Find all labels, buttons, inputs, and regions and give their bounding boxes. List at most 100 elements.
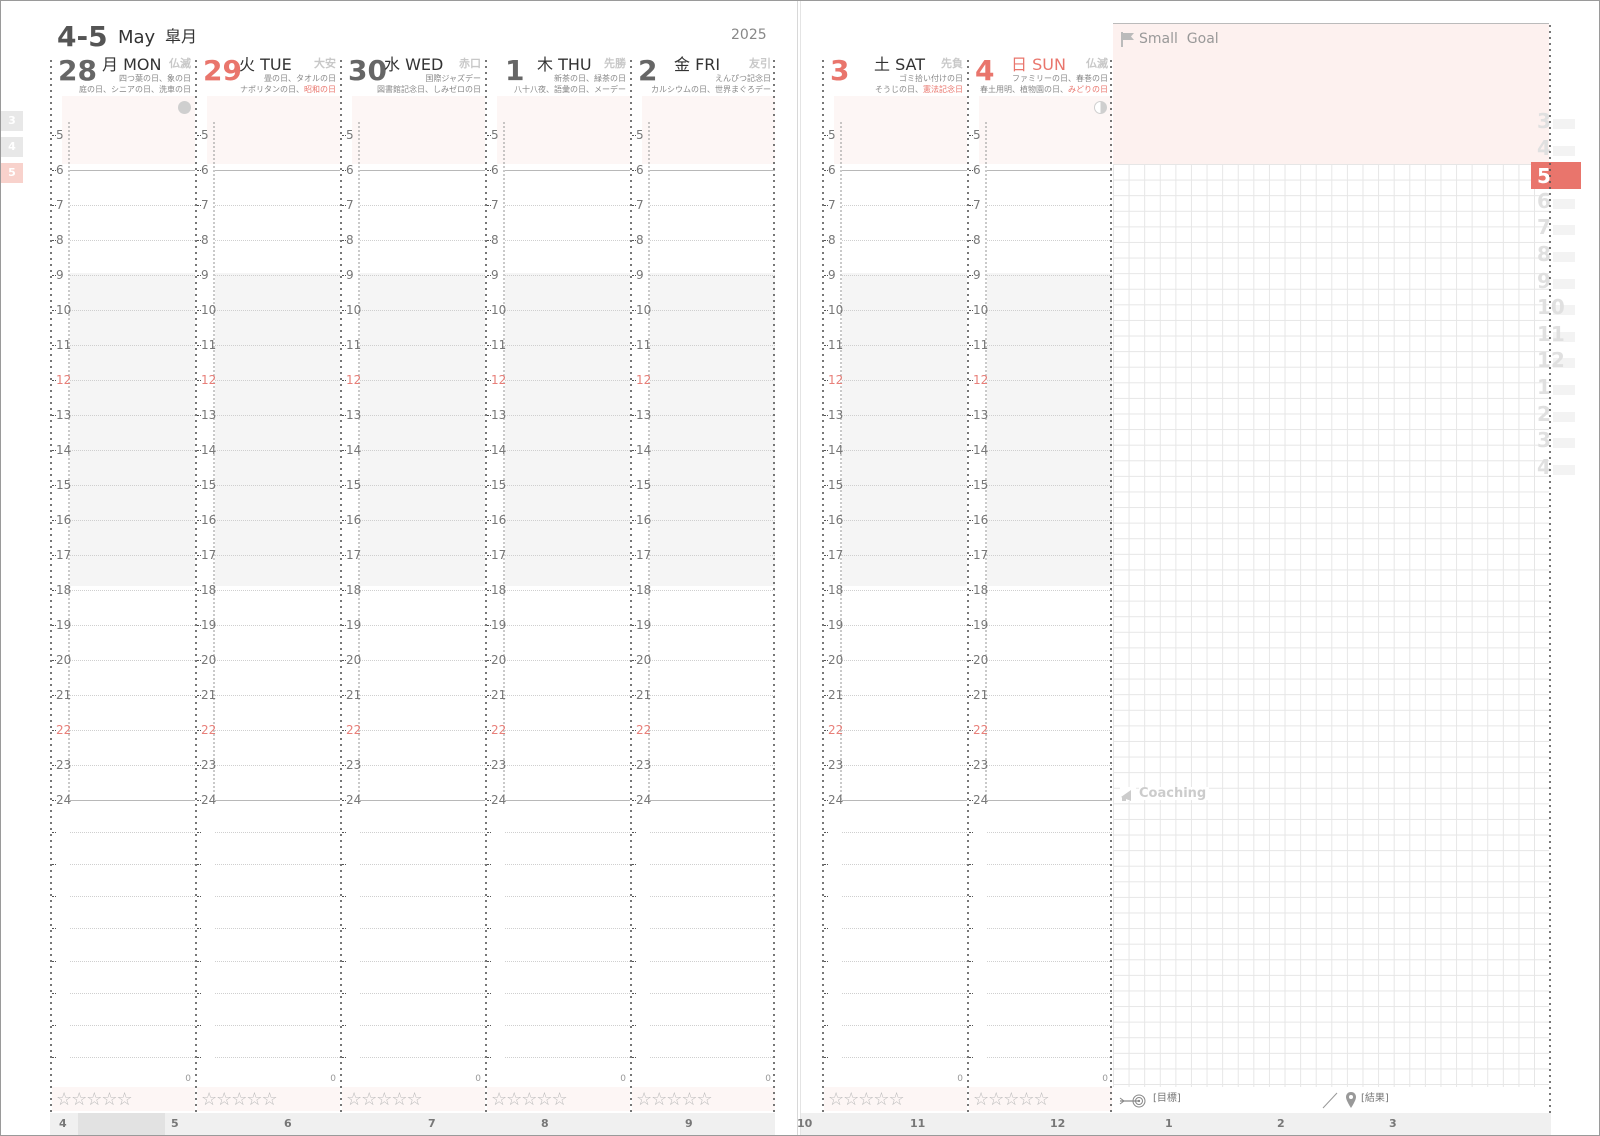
day-memo: ファミリーの日、春巻の日 春土用明、植物園の日、みどりの日 bbox=[980, 74, 1108, 96]
hour-rule bbox=[842, 520, 967, 521]
rating-stars[interactable]: ☆☆☆☆☆ bbox=[56, 1091, 133, 1109]
memo-line-2: そうじの日、憲法記念日 bbox=[875, 85, 963, 96]
hour-label: 12 bbox=[828, 373, 844, 387]
notes-grid[interactable] bbox=[1113, 164, 1549, 1089]
memo-rule bbox=[842, 1024, 967, 1026]
footer-bar-shade bbox=[78, 1113, 165, 1135]
hour-label: 17 bbox=[973, 548, 989, 562]
hour-label: 23 bbox=[973, 758, 989, 772]
rating-stars[interactable]: ☆☆☆☆☆ bbox=[346, 1091, 423, 1109]
hour-rule bbox=[215, 345, 340, 346]
hour-label: 19 bbox=[973, 618, 989, 632]
memo-rule bbox=[360, 1056, 485, 1058]
hour-label: 21 bbox=[636, 688, 652, 702]
hour-rule bbox=[842, 205, 967, 206]
month-tab[interactable]: 5 bbox=[1, 163, 23, 183]
day-column[interactable]: 28 月 MON 仏滅 四つ葉の日、象の日 庭の日、シニアの日、洗車の日 5 6 7 8 9 10 1… bbox=[50, 1, 195, 1135]
footer-number: 6 bbox=[284, 1117, 292, 1130]
hour-label: 8 bbox=[828, 233, 836, 247]
early-hours-band bbox=[62, 96, 195, 164]
memo-rule bbox=[70, 832, 195, 834]
hour-label: 14 bbox=[828, 443, 844, 457]
hour-rule bbox=[650, 345, 775, 346]
memo-rule bbox=[987, 896, 1112, 898]
rating-stars[interactable]: ☆☆☆☆☆ bbox=[828, 1091, 905, 1109]
memo-rule bbox=[360, 896, 485, 898]
hour-label: 12 bbox=[346, 373, 362, 387]
day-column[interactable]: 1木 THU 先勝 新茶の日、緑茶の日 八十八夜、語彙の日、メーデー 5 6 7 8 9 10 11… bbox=[485, 1, 630, 1135]
hour-rule bbox=[650, 625, 775, 626]
hour-label: 24 bbox=[636, 793, 652, 807]
day-column[interactable]: 2金 FRI 友引 えんぴつ記念日 カルシウムの日、世界まぐろデー 5 6 7 8 9 10 11 1… bbox=[630, 1, 775, 1135]
memo-tick bbox=[487, 864, 491, 866]
hour-label: 10 bbox=[346, 303, 362, 317]
memo-tick bbox=[342, 1024, 346, 1026]
hour-rule bbox=[505, 415, 630, 416]
month-tab-strip bbox=[1553, 411, 1575, 422]
hour-rule bbox=[842, 555, 967, 556]
hour-label: 17 bbox=[201, 548, 217, 562]
memo-tick bbox=[342, 896, 346, 898]
memo-line-2: 春土用明、植物園の日、みどりの日 bbox=[980, 85, 1108, 96]
hour-rule bbox=[215, 170, 340, 171]
memo-tick bbox=[197, 1024, 201, 1026]
rokuyo-label: 先負 bbox=[941, 57, 963, 70]
memo-rule bbox=[842, 896, 967, 898]
hour-rule bbox=[215, 800, 340, 801]
rating-stars[interactable]: ☆☆☆☆☆ bbox=[491, 1091, 568, 1109]
day-column[interactable]: 30 水 WED 赤口 国際ジャズデー 図書館記念日、しみゼロの日 5 6 7 8 9 10 11 12… bbox=[340, 1, 485, 1135]
planner-spread: 4-5 May 皐月 2025 28 月 MON 仏滅 四つ葉の日、象の日 庭の日、シニ… bbox=[1, 1, 1599, 1135]
rokuyo-label: 赤口 bbox=[459, 57, 481, 70]
hour-label: 9 bbox=[973, 268, 981, 282]
hour-rule bbox=[987, 415, 1112, 416]
footer-number: 1 bbox=[1165, 1117, 1173, 1130]
memo-tick bbox=[52, 1056, 56, 1058]
memo-rule bbox=[842, 992, 967, 994]
rating-stars[interactable]: ☆☆☆☆☆ bbox=[973, 1091, 1050, 1109]
memo-line-2-text: そうじの日、 bbox=[875, 84, 923, 94]
hour-label: 10 bbox=[201, 303, 217, 317]
memo-tick bbox=[824, 928, 828, 930]
hour-label: 16 bbox=[346, 513, 362, 527]
hour-label: 14 bbox=[201, 443, 217, 457]
memo-rule bbox=[505, 1024, 630, 1026]
memo-rule bbox=[70, 960, 195, 962]
memo-tick bbox=[197, 1056, 201, 1058]
hour-rule bbox=[650, 555, 775, 556]
hour-rule bbox=[70, 345, 195, 346]
memo-line-1: ゴミ拾い付けの日 bbox=[899, 74, 963, 83]
memo-rule bbox=[70, 896, 195, 898]
day-column[interactable]: 29 火 TUE 大安 畳の日、タオルの日 ナポリタンの日、昭和の日 5 6 7 8 9 10 11 1… bbox=[195, 1, 340, 1135]
memo-rule bbox=[505, 864, 630, 866]
hour-label: 11 bbox=[201, 338, 217, 352]
day-memo: 四つ葉の日、象の日 庭の日、シニアの日、洗車の日 bbox=[79, 74, 191, 96]
day-column[interactable]: 3 土 SAT 先負 ゴミ拾い付けの日 そうじの日、憲法記念日 5 6 7 8 9 10 11 12 13… bbox=[822, 1, 967, 1135]
hour-rule bbox=[987, 800, 1112, 801]
hour-rule bbox=[360, 555, 485, 556]
hour-label: 17 bbox=[828, 548, 844, 562]
hour-label: 22 bbox=[491, 723, 507, 737]
day-memo: 畳の日、タオルの日 ナポリタンの日、昭和の日 bbox=[240, 74, 336, 96]
month-tab[interactable]: 3 bbox=[1, 111, 23, 131]
day-memo: 国際ジャズデー 図書館記念日、しみゼロの日 bbox=[377, 74, 481, 96]
hour-label: 12 bbox=[636, 373, 652, 387]
date-number: 3 bbox=[830, 54, 850, 87]
memo-tick bbox=[197, 896, 201, 898]
rating-stars[interactable]: ☆☆☆☆☆ bbox=[636, 1091, 713, 1109]
hour-rule bbox=[70, 555, 195, 556]
rating-stars[interactable]: ☆☆☆☆☆ bbox=[201, 1091, 278, 1109]
work-hours-band bbox=[842, 273, 967, 586]
small-goal-label: Small Goal bbox=[1139, 31, 1219, 47]
footer-number: 4 bbox=[59, 1117, 67, 1130]
memo-rule bbox=[987, 960, 1112, 962]
hour-label: 13 bbox=[973, 408, 989, 422]
month-tab-strip bbox=[1553, 278, 1575, 289]
day-column[interactable]: 4日 SUN 仏滅 ファミリーの日、春巻の日 春土用明、植物園の日、みどりの日 5 6 7 8… bbox=[967, 1, 1112, 1135]
hour-rule bbox=[70, 240, 195, 241]
month-tab-strip bbox=[1553, 225, 1575, 236]
hour-label: 23 bbox=[56, 758, 72, 772]
month-tab[interactable]: 4 bbox=[1, 137, 23, 157]
hour-label: 11 bbox=[828, 338, 844, 352]
memo-tick bbox=[52, 1024, 56, 1026]
hour-rule bbox=[360, 450, 485, 451]
